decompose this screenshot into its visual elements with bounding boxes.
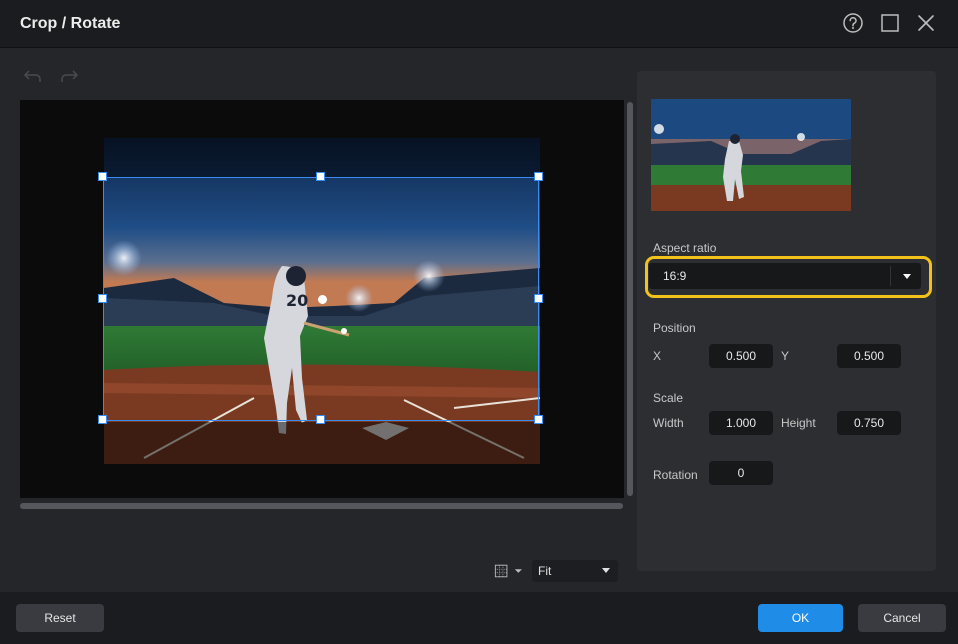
zoom-value: Fit — [538, 564, 552, 578]
crop-center-point[interactable] — [318, 295, 327, 304]
crop-handle-bottom-left[interactable] — [98, 415, 107, 424]
zoom-select[interactable]: Fit — [532, 560, 618, 582]
scale-height-label: Height — [781, 416, 816, 430]
aspect-ratio-select[interactable]: 16:9 — [649, 263, 921, 289]
position-x-input[interactable]: 0.500 — [709, 344, 773, 368]
crop-handle-right[interactable] — [534, 294, 543, 303]
thumbnail-preview — [651, 99, 851, 211]
rotation-input[interactable]: 0 — [709, 461, 773, 485]
grid-toggle[interactable] — [494, 562, 524, 580]
vertical-scrollbar[interactable] — [627, 102, 633, 496]
chevron-down-icon — [602, 568, 610, 573]
crop-preview-canvas[interactable]: 20 — [20, 100, 624, 498]
position-label: Position — [653, 321, 696, 335]
close-icon[interactable] — [915, 12, 937, 34]
undo-icon[interactable] — [22, 66, 44, 88]
grid-icon — [494, 564, 508, 578]
crop-handle-bottom[interactable] — [316, 415, 325, 424]
redo-icon[interactable] — [58, 66, 80, 88]
cancel-button[interactable]: Cancel — [858, 604, 946, 632]
scale-width-input[interactable]: 1.000 — [709, 411, 773, 435]
crop-handle-top-left[interactable] — [98, 172, 107, 181]
scale-label: Scale — [653, 391, 684, 405]
aspect-ratio-value: 16:9 — [663, 269, 687, 283]
help-icon[interactable] — [842, 12, 864, 34]
window-title: Crop / Rotate — [20, 15, 121, 32]
dialog-footer: Reset OK Cancel — [0, 592, 958, 644]
crop-handle-bottom-right[interactable] — [534, 415, 543, 424]
select-divider — [890, 266, 891, 286]
properties-panel: Aspect ratio 16:9 Position X 0.500 Y 0.5… — [637, 71, 936, 571]
position-x-label: X — [653, 349, 662, 363]
horizontal-scrollbar[interactable] — [20, 503, 623, 509]
aspect-ratio-label: Aspect ratio — [653, 241, 717, 255]
chevron-down-icon — [903, 274, 911, 279]
crop-handle-top[interactable] — [316, 172, 325, 181]
ok-button[interactable]: OK — [758, 604, 843, 632]
reset-button[interactable]: Reset — [16, 604, 104, 632]
title-bar: Crop / Rotate — [0, 0, 958, 48]
crop-dim-bottom — [104, 422, 540, 464]
position-y-label: Y — [781, 349, 790, 363]
crop-handle-top-right[interactable] — [534, 172, 543, 181]
crop-handle-left[interactable] — [98, 294, 107, 303]
maximize-icon[interactable] — [879, 12, 901, 34]
position-y-input[interactable]: 0.500 — [837, 344, 901, 368]
scale-width-label: Width — [653, 416, 684, 430]
rotation-label: Rotation — [653, 468, 698, 482]
chevron-down-icon — [515, 569, 523, 573]
scale-height-input[interactable]: 0.750 — [837, 411, 901, 435]
